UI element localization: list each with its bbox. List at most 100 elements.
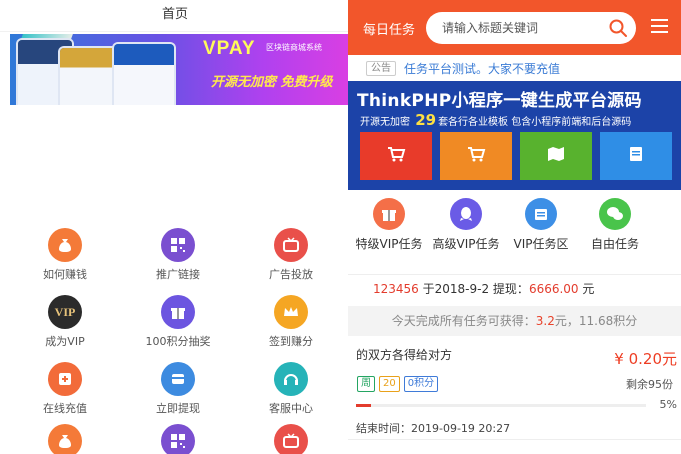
withdraw-unit: 元 bbox=[582, 282, 595, 296]
summary-money: 3.2 bbox=[535, 314, 555, 328]
banner-brand: VPAY bbox=[203, 38, 256, 59]
promo-subline: 开源无加密 29 套各行各业模板 包含小程序前端和后台源码 bbox=[360, 111, 631, 129]
qr-code-icon bbox=[161, 424, 195, 454]
map-icon bbox=[546, 145, 566, 167]
category-label: 特级VIP任务 bbox=[355, 237, 423, 251]
grid-item[interactable]: VIP 成为VIP bbox=[20, 295, 110, 349]
tasks-panel: 每日任务 公告 任务平台测试。大家不要充值 ThinkPHP小程序一键生成平台源… bbox=[348, 0, 681, 454]
promo-headline: ThinkPHP小程序一键生成平台源码 bbox=[357, 91, 642, 111]
promo-tile[interactable] bbox=[520, 132, 592, 180]
cart-icon bbox=[466, 145, 486, 167]
promo-tile[interactable] bbox=[360, 132, 432, 180]
task-card[interactable]: 的双方各得给对方 ¥ 0.20元 周 20 0积分 剩余95份 5% 结束时间：… bbox=[348, 336, 681, 440]
vip-icon: VIP bbox=[48, 295, 82, 329]
grid-item[interactable]: 客服中心 bbox=[246, 362, 336, 416]
promo-sub-after: 套各行各业模板 包含小程序前端和后台源码 bbox=[438, 117, 632, 128]
screen: 首页 VPAY 区块链商城系统 开源无加密 免费升级 如何赚钱 推广链接 广告投放 V… bbox=[0, 0, 681, 454]
task-end-time: 结束时间：2019-09-19 20:27 bbox=[356, 422, 511, 435]
phone-mockup bbox=[114, 44, 174, 105]
promo-sub-before: 开源无加密 bbox=[360, 117, 410, 128]
search-input[interactable] bbox=[442, 19, 602, 37]
category-2[interactable]: 高级VIP任务 bbox=[431, 194, 501, 252]
task-badge-period: 周 bbox=[357, 376, 375, 392]
home-panel: 首页 VPAY 区块链商城系统 开源无加密 免费升级 如何赚钱 推广链接 广告投放 V… bbox=[0, 0, 350, 454]
category-1[interactable]: 特级VIP任务 bbox=[354, 194, 424, 252]
summary-prefix: 今天完成所有任务可获得： bbox=[391, 314, 536, 328]
grid-item[interactable]: 100积分抽奖 bbox=[133, 295, 223, 349]
withdraw-record: 123456 于2018-9-2 提现：6666.00 元 bbox=[348, 274, 681, 304]
gift-icon bbox=[161, 295, 195, 329]
search-icon[interactable] bbox=[608, 18, 628, 38]
grid-item-label: 100积分抽奖 bbox=[145, 335, 211, 348]
banner-brand-sub: 区块链商城系统 bbox=[266, 43, 322, 52]
grid-item[interactable]: 签到赚分 bbox=[246, 295, 336, 349]
task-progress-fill bbox=[356, 404, 371, 407]
gift-icon bbox=[373, 198, 405, 230]
task-progress-bar bbox=[356, 404, 646, 407]
grid-item-label: 客服中心 bbox=[269, 402, 313, 415]
tv-icon bbox=[274, 424, 308, 454]
task-badges: 周 20 0积分 bbox=[357, 376, 439, 392]
promo-tile[interactable] bbox=[440, 132, 512, 180]
grid-item[interactable]: 广告投放 bbox=[246, 228, 336, 282]
announcement-bar[interactable]: 公告 任务平台测试。大家不要充值 bbox=[348, 55, 681, 81]
grid-item-label: 广告投放 bbox=[269, 268, 313, 281]
menu-icon[interactable] bbox=[651, 19, 668, 34]
task-categories: 特级VIP任务 高级VIP任务 VIP任务区 自由任务 bbox=[348, 194, 681, 264]
grid-item[interactable]: 如何赚钱 bbox=[20, 228, 110, 282]
category-4[interactable]: 自由任务 bbox=[580, 194, 650, 252]
task-remaining: 剩余95份 bbox=[626, 378, 673, 391]
crown-icon bbox=[274, 295, 308, 329]
divider bbox=[348, 439, 681, 440]
wechat-icon bbox=[599, 198, 631, 230]
grid-item[interactable]: 在线充值 bbox=[20, 362, 110, 416]
page-title: 首页 bbox=[0, 0, 350, 32]
calendar-icon bbox=[525, 198, 557, 230]
search-box bbox=[426, 12, 636, 44]
category-label: 自由任务 bbox=[590, 237, 639, 251]
grid-item-label: 签到赚分 bbox=[269, 335, 313, 348]
withdraw-user: 123456 bbox=[373, 282, 419, 296]
grid-item[interactable]: 立即提现 bbox=[133, 362, 223, 416]
money-bag-icon bbox=[48, 424, 82, 454]
task-badge-count: 20 bbox=[379, 376, 400, 392]
phone-mockup bbox=[60, 48, 118, 105]
announcement-message[interactable]: 任务平台测试。大家不要充值 bbox=[404, 60, 560, 77]
qr-code-icon bbox=[161, 228, 195, 262]
category-label: 高级VIP任务 bbox=[432, 237, 500, 251]
daily-summary: 今天完成所有任务可获得：3.2元，11.68积分 bbox=[348, 306, 681, 336]
banner-slogan: 开源无加密 免费升级 bbox=[211, 75, 333, 90]
grid-item-label: 成为VIP bbox=[45, 335, 85, 348]
announcement-tag: 公告 bbox=[366, 61, 396, 76]
recharge-icon bbox=[48, 362, 82, 396]
summary-points-unit: 积分 bbox=[613, 314, 638, 328]
promo-banner[interactable]: VPAY 区块链商城系统 开源无加密 免费升级 bbox=[10, 34, 348, 105]
grid-item-label: 在线充值 bbox=[43, 402, 87, 415]
grid-item[interactable] bbox=[246, 424, 336, 454]
task-name: 的双方各得给对方 bbox=[356, 348, 453, 362]
qq-icon bbox=[450, 198, 482, 230]
document-icon bbox=[627, 145, 645, 167]
grid-item[interactable] bbox=[20, 424, 110, 454]
app-header: 每日任务 bbox=[348, 0, 681, 55]
withdraw-icon bbox=[161, 362, 195, 396]
cart-icon bbox=[386, 145, 406, 167]
task-badge-points: 0积分 bbox=[403, 376, 439, 392]
category-label: VIP任务区 bbox=[513, 237, 569, 251]
promo-sub-number: 29 bbox=[415, 111, 437, 129]
promo-ad[interactable]: ThinkPHP小程序一键生成平台源码 开源无加密 29 套各行各业模板 包含小程… bbox=[348, 81, 681, 190]
grid-item[interactable] bbox=[133, 424, 223, 454]
summary-points: 11.68 bbox=[578, 314, 614, 328]
headset-icon bbox=[274, 362, 308, 396]
money-bag-icon bbox=[48, 228, 82, 262]
summary-money-unit: 元， bbox=[554, 314, 579, 328]
grid-item-label: 立即提现 bbox=[156, 402, 200, 415]
withdraw-text: 于2018-9-2 提现： bbox=[422, 282, 529, 296]
category-3[interactable]: VIP任务区 bbox=[506, 194, 576, 252]
header-title: 每日任务 bbox=[363, 23, 416, 38]
grid-item-label: 推广链接 bbox=[156, 268, 200, 281]
withdraw-amount: 6666.00 bbox=[528, 282, 579, 296]
task-progress-text: 5% bbox=[659, 398, 677, 411]
grid-item[interactable]: 推广链接 bbox=[133, 228, 223, 282]
promo-tile[interactable] bbox=[600, 132, 672, 180]
